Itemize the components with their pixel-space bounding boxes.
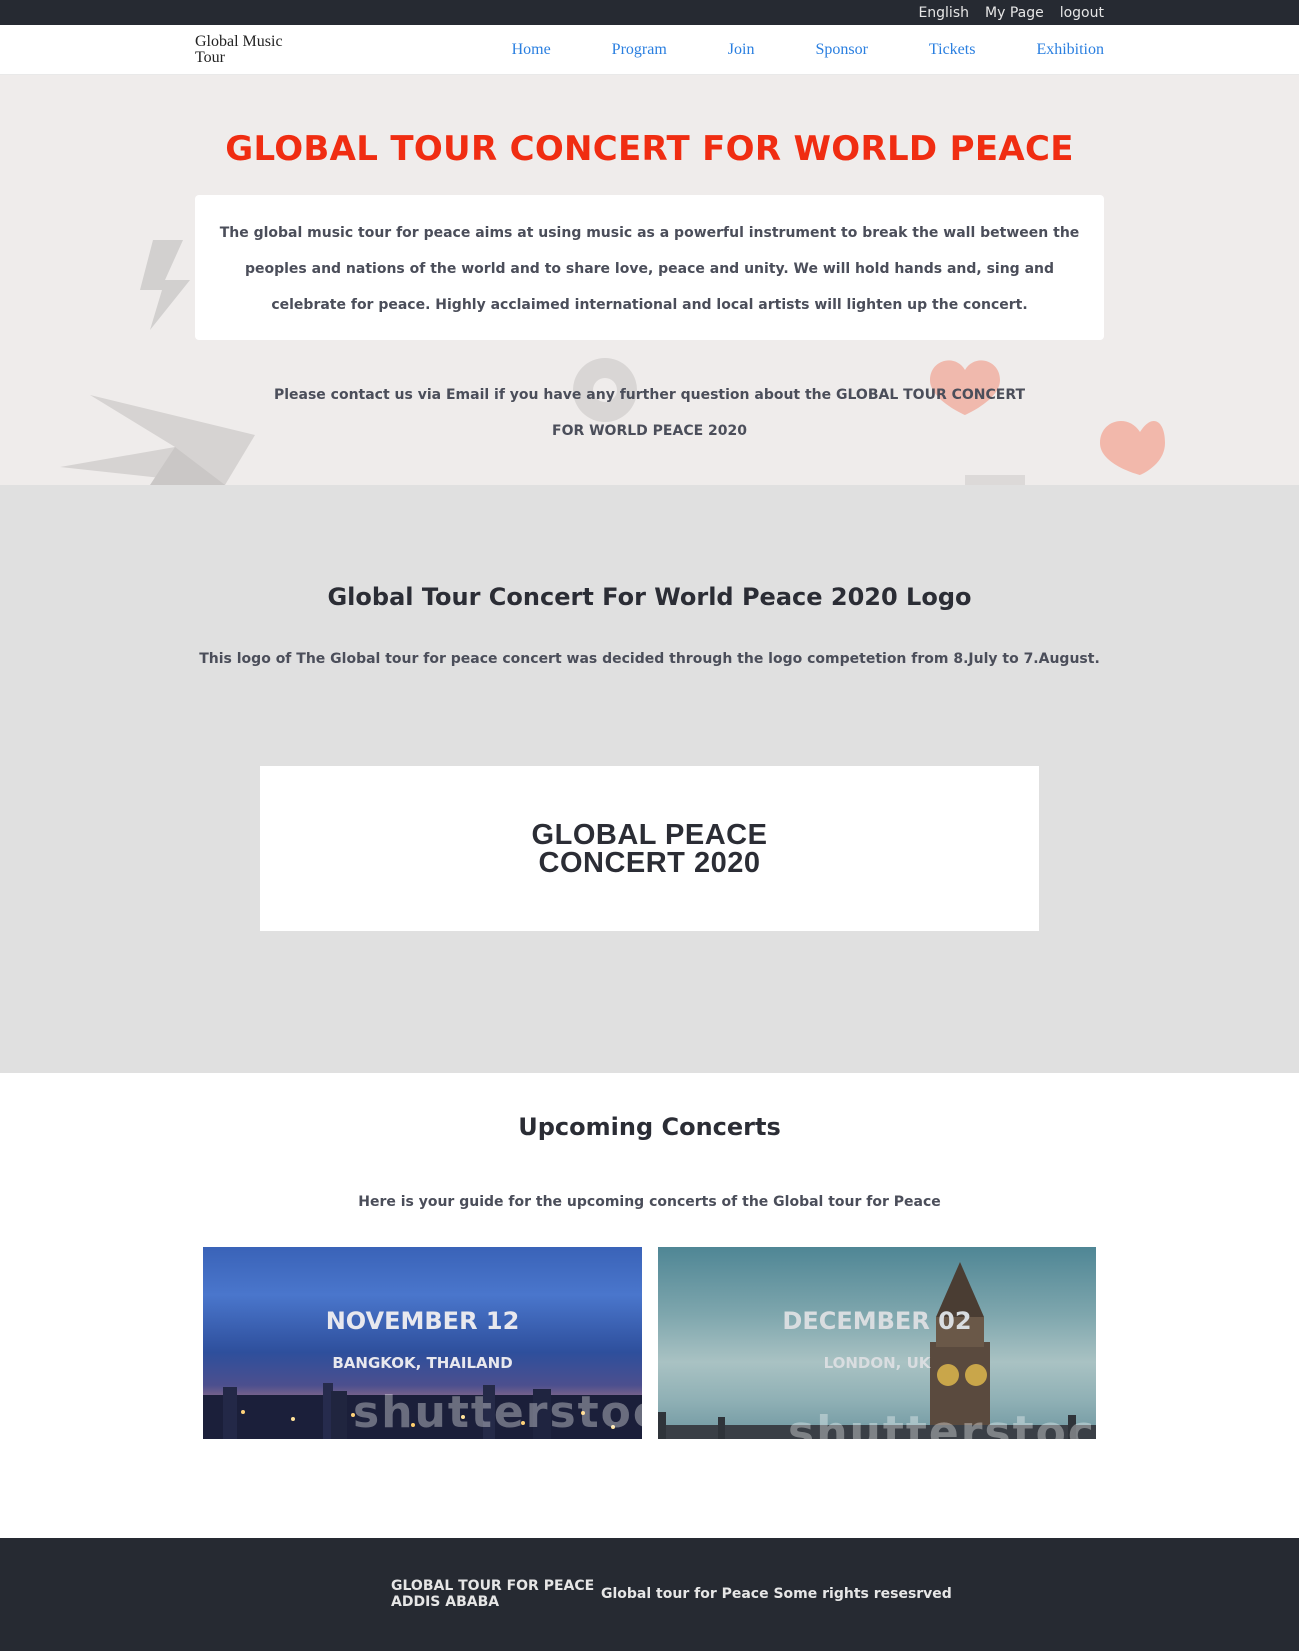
nav-home[interactable]: Home bbox=[512, 41, 551, 59]
utility-links: English My Page logout bbox=[918, 0, 1104, 25]
concert-city: BANGKOK, THAILAND bbox=[332, 1354, 513, 1372]
gear-shape bbox=[965, 475, 1025, 485]
nav-links: Home Program Join Sponsor Tickets Exhibi… bbox=[512, 25, 1104, 75]
logout-link[interactable]: logout bbox=[1060, 5, 1104, 21]
hero-section: GLOBAL TOUR CONCERT FOR WORLD PEACE The … bbox=[0, 75, 1299, 485]
main-navbar: Global Music Tour Home Program Join Spon… bbox=[0, 25, 1299, 75]
concert-logo: GLOBAL PEACE CONCERT 2020 bbox=[531, 818, 768, 879]
city-light bbox=[291, 1417, 295, 1421]
hero-title: GLOBAL TOUR CONCERT FOR WORLD PEACE bbox=[225, 129, 1074, 169]
footer-copyright: Global tour for Peace Some rights resesr… bbox=[601, 1586, 952, 1602]
utility-bar: English My Page logout bbox=[0, 0, 1299, 25]
concert-date: DECEMBER 02 bbox=[782, 1307, 972, 1335]
nav-exhibition[interactable]: Exhibition bbox=[1036, 41, 1104, 59]
site-footer: GLOBAL TOUR FOR PEACE ADDIS ABABA Global… bbox=[0, 1538, 1299, 1651]
concert-logo-line-1: GLOBAL PEACE bbox=[531, 818, 768, 851]
parliament-tower bbox=[658, 1412, 666, 1439]
city-building bbox=[331, 1391, 347, 1439]
brand-line-2: Tour bbox=[195, 49, 225, 66]
nav-sponsor[interactable]: Sponsor bbox=[815, 41, 867, 59]
stock-watermark: shutterstock bbox=[788, 1407, 1096, 1439]
brand-line-1: Global Music bbox=[195, 33, 283, 50]
concert-logo-line-2: CONCERT 2020 bbox=[538, 846, 761, 879]
city-building bbox=[223, 1387, 237, 1439]
upcoming-description: Here is your guide for the upcoming conc… bbox=[358, 1194, 941, 1210]
city-light bbox=[241, 1410, 245, 1414]
concert-date: NOVEMBER 12 bbox=[325, 1307, 520, 1335]
hero-contact-text: Please contact us via Email if you have … bbox=[273, 387, 1026, 439]
hero-intro-text: The global music tour for peace aims at … bbox=[219, 225, 1080, 313]
concert-city: LONDON, UK bbox=[823, 1354, 931, 1372]
lightning-icon bbox=[140, 240, 190, 330]
paper-plane-shape bbox=[60, 395, 255, 485]
stock-watermark: shutterstock bbox=[353, 1387, 642, 1438]
nav-program[interactable]: Program bbox=[612, 41, 667, 59]
logo-section-description: This logo of The Global tour for peace c… bbox=[199, 651, 1100, 667]
hero-intro-card: The global music tour for peace aims at … bbox=[195, 195, 1104, 340]
nav-join[interactable]: Join bbox=[728, 41, 755, 59]
footer-organization: GLOBAL TOUR FOR PEACE ADDIS ABABA bbox=[391, 1578, 594, 1610]
heart-icon bbox=[1100, 421, 1165, 475]
brand-logo[interactable]: Global Music Tour bbox=[195, 34, 295, 66]
footer-org-line-2: ADDIS ABABA bbox=[391, 1594, 500, 1610]
concert-logo-box: GLOBAL PEACE CONCERT 2020 bbox=[260, 766, 1039, 931]
nav-tickets[interactable]: Tickets bbox=[929, 41, 976, 59]
upcoming-concerts-section: Upcoming Concerts Here is your guide for… bbox=[0, 1073, 1299, 1538]
upcoming-heading: Upcoming Concerts bbox=[518, 1113, 781, 1141]
my-page-link[interactable]: My Page bbox=[985, 5, 1044, 21]
logo-section-heading: Global Tour Concert For World Peace 2020… bbox=[327, 583, 972, 611]
concert-card-bangkok[interactable]: NOVEMBER 12 BANGKOK, THAILAND shuttersto… bbox=[203, 1247, 642, 1439]
footer-org-line-1: GLOBAL TOUR FOR PEACE bbox=[391, 1578, 595, 1594]
parliament-tower bbox=[718, 1417, 725, 1439]
concert-card-london[interactable]: DECEMBER 02 LONDON, UK shutterstock bbox=[658, 1247, 1096, 1439]
logo-section: Global Tour Concert For World Peace 2020… bbox=[0, 485, 1299, 1073]
language-link[interactable]: English bbox=[918, 5, 969, 21]
